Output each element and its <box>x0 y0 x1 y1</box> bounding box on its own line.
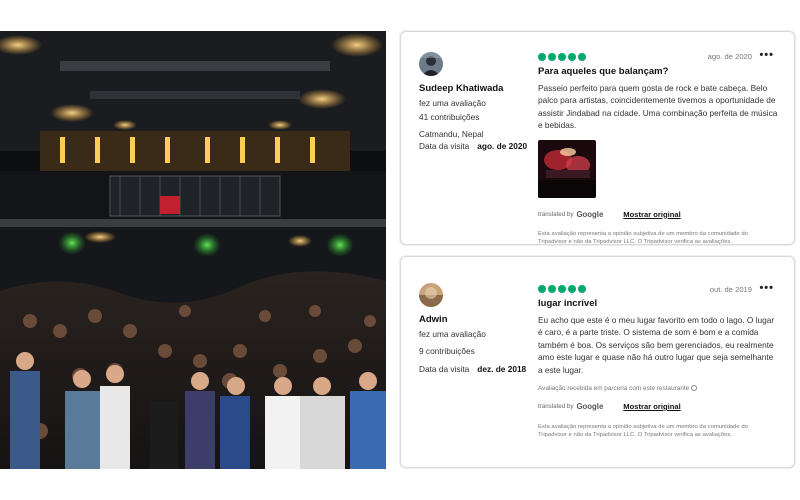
review-text: Passeio perfeito para quem gosta de rock… <box>538 83 778 131</box>
review-card: Adwin fez uma avaliação 9 contribuições … <box>400 256 795 468</box>
reviewer-info: Sudeep Khatiwada fez uma avaliação 41 co… <box>419 52 503 139</box>
rating-bubble-icon <box>558 285 566 293</box>
venue-photo <box>0 31 386 469</box>
visit-date-value: ago. de 2020 <box>477 141 528 151</box>
review-body: lugar incrível Eu acho que este é o meu … <box>538 285 778 439</box>
rating-bubble-icon <box>548 285 556 293</box>
translation-row: translated by Google Mostrar original <box>538 402 778 411</box>
reviewer-location: Catmandu, Nepal <box>419 129 484 139</box>
info-icon[interactable] <box>691 385 698 392</box>
visit-date-label: Data da visita <box>419 364 470 374</box>
visit-date-row: Data da visita ago. de 2020 <box>419 141 527 151</box>
review-title[interactable]: lugar incrível <box>538 298 778 309</box>
user-avatar[interactable] <box>419 52 443 76</box>
rating-bubble-icon <box>578 53 586 61</box>
rating-bubbles <box>538 53 778 61</box>
review-text: Eu acho que este é o meu lugar favorito … <box>538 315 775 375</box>
rating-bubble-icon <box>538 285 546 293</box>
review-disclaimer: Esta avaliação representa a opinião subj… <box>538 424 748 439</box>
review-card: Sudeep Khatiwada fez uma avaliação 41 co… <box>400 31 795 245</box>
contribution-count: 9 contribuições <box>419 346 475 356</box>
review-body: Para aqueles que balançam? Passeio perfe… <box>538 53 778 246</box>
review-photo[interactable] <box>538 139 596 198</box>
translation-row: translated by Google Mostrar original <box>538 210 778 219</box>
visit-date-row: Data da visita dez. de 2018 <box>419 364 526 374</box>
visit-date-value: dez. de 2018 <box>477 364 527 374</box>
translated-by-label: translated by <box>538 403 574 411</box>
user-avatar[interactable] <box>419 283 443 307</box>
visit-date-label: Data da visita <box>419 141 470 151</box>
translated-by-label: translated by <box>538 210 574 218</box>
rating-bubble-icon <box>558 53 566 61</box>
rating-bubbles <box>538 285 778 293</box>
rating-bubble-icon <box>548 53 556 61</box>
rating-bubble-icon <box>578 285 586 293</box>
reviewer-name[interactable]: Adwin <box>419 314 486 325</box>
partner-note: Avaliação recebida em parceria com este … <box>538 385 778 392</box>
reviewer-name[interactable]: Sudeep Khatiwada <box>419 83 503 94</box>
rating-bubble-icon <box>568 53 576 61</box>
partner-note-text: Avaliação recebida em parceria com este … <box>538 385 690 393</box>
reviewer-info: Adwin fez uma avaliação 9 contribuições <box>419 283 486 356</box>
rating-bubble-icon <box>538 53 546 61</box>
review-action: fez uma avaliação <box>419 329 486 339</box>
show-original-link[interactable]: Mostrar original <box>623 210 680 219</box>
show-original-link[interactable]: Mostrar original <box>623 402 680 411</box>
google-logo: Google <box>576 209 604 219</box>
google-logo: Google <box>576 402 604 412</box>
contribution-count: 41 contribuições <box>419 112 480 122</box>
review-disclaimer: Esta avaliação representa a opinião subj… <box>538 230 748 245</box>
review-title[interactable]: Para aqueles que balançam? <box>538 66 778 77</box>
rating-bubble-icon <box>568 285 576 293</box>
review-action: fez uma avaliação <box>419 98 486 108</box>
